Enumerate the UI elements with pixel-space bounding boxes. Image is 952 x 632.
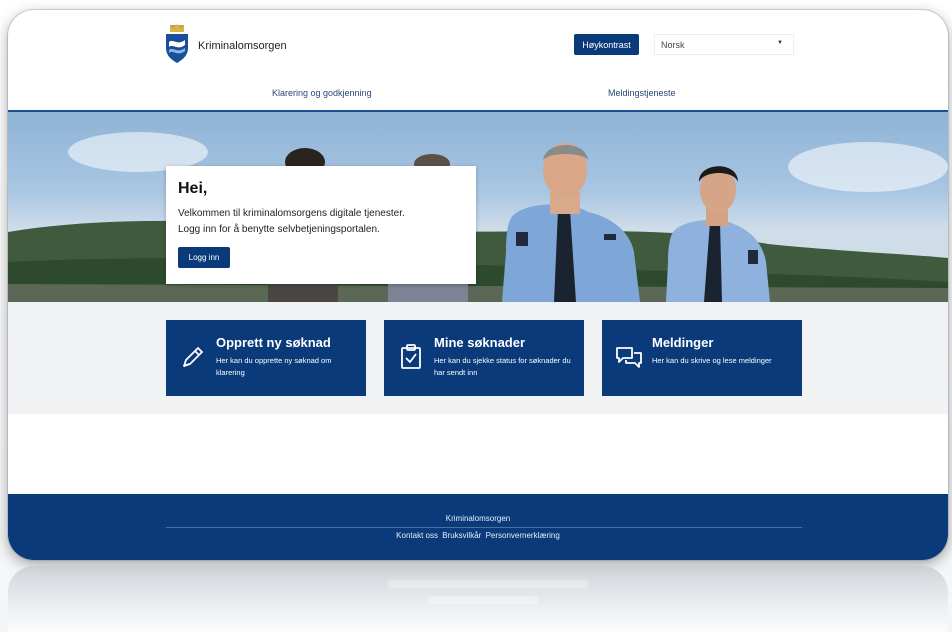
login-button[interactable]: Logg inn — [178, 247, 230, 268]
welcome-line-1: Velkommen til kriminalomsorgens digitale… — [178, 208, 405, 219]
welcome-box: Hei, Velkommen til kriminalomsorgens dig… — [166, 166, 476, 284]
footer-links: Kontakt oss Bruksvilkår Personvernerklær… — [8, 531, 948, 540]
crest-logo-icon[interactable] — [164, 24, 190, 64]
footer-link-terms[interactable]: Bruksvilkår — [442, 531, 481, 540]
card-description: Her kan du opprette ny søknad om klareri… — [216, 356, 332, 377]
footer-link-contact[interactable]: Kontakt oss — [396, 531, 438, 540]
card-description: Her kan du skrive og lese meldinger — [652, 356, 772, 365]
footer-title: Kriminalomsorgen — [445, 514, 511, 523]
welcome-heading: Hei, — [178, 180, 208, 197]
nav-item-clearance[interactable]: Klarering og godkjenning — [272, 88, 372, 98]
chat-bubbles-icon — [616, 347, 642, 368]
caret-down-icon: ▼ — [777, 40, 783, 46]
nav-item-messaging[interactable]: Meldingstjeneste — [608, 88, 676, 98]
language-select[interactable]: Norsk ▼ — [654, 34, 794, 55]
site-header: Kriminalomsorgen Høykontrast Norsk ▼ — [8, 10, 948, 78]
high-contrast-button[interactable]: Høykontrast — [574, 34, 639, 55]
card-my-applications[interactable]: Mine søknader Her kan du sjekke status f… — [384, 320, 584, 396]
footer-divider — [166, 527, 802, 528]
card-new-application[interactable]: Opprett ny søknad Her kan du opprette ny… — [166, 320, 366, 396]
site-footer: Kriminalomsorgen Kontakt oss Bruksvilkår… — [8, 494, 948, 560]
clipboard-check-icon — [401, 344, 421, 369]
main-nav: Klarering og godkjenning Meldingstjenest… — [8, 78, 948, 112]
hero-banner: Hei, Velkommen til kriminalomsorgens dig… — [8, 112, 948, 302]
card-title: Opprett ny søknad — [216, 335, 331, 350]
welcome-line-2: Logg inn for å benytte selvbetjeningspor… — [178, 224, 380, 235]
reflection-ghost — [428, 596, 538, 604]
content-spacer — [8, 414, 948, 494]
card-messages[interactable]: Meldinger Her kan du skrive og lese meld… — [602, 320, 802, 396]
language-select-value: Norsk — [661, 39, 685, 50]
reflection-ghost — [388, 580, 588, 588]
pencil-icon — [183, 347, 203, 367]
service-cards: Opprett ny søknad Her kan du opprette ny… — [8, 302, 948, 414]
footer-link-privacy[interactable]: Personvernerklæring — [486, 531, 560, 540]
card-title: Meldinger — [652, 335, 714, 350]
card-description: Her kan du sjekke status for søknader du… — [434, 356, 571, 377]
browser-frame: Kriminalomsorgen Høykontrast Norsk ▼ Kla… — [8, 10, 948, 560]
card-title: Mine søknader — [434, 335, 526, 350]
brand-name[interactable]: Kriminalomsorgen — [198, 40, 287, 52]
frame-reflection — [8, 566, 948, 632]
